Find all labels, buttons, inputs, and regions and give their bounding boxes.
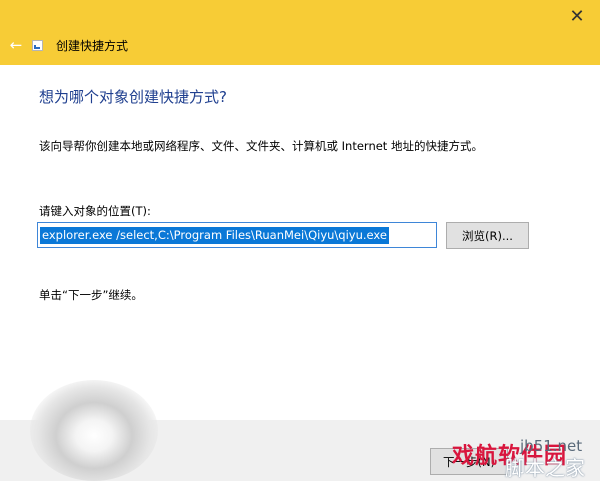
shortcut-icon — [32, 40, 43, 51]
location-label: 请键入对象的位置(T): — [39, 204, 151, 218]
title-bar: ✕ ← 创建快捷方式 — [0, 0, 600, 65]
close-icon: ✕ — [569, 5, 585, 27]
back-button[interactable]: ← — [7, 36, 25, 54]
swirl-watermark — [30, 380, 158, 481]
browse-button[interactable]: 浏览(R)... — [446, 222, 529, 249]
back-arrow-icon: ← — [9, 36, 23, 54]
window-title: 创建快捷方式 — [56, 39, 129, 53]
location-value: explorer.exe /select,C:\Program Files\Ru… — [40, 226, 389, 244]
watermark-white-text: 脚本之家 — [505, 456, 585, 480]
close-button[interactable]: ✕ — [554, 0, 600, 32]
location-input[interactable]: explorer.exe /select,C:\Program Files\Ru… — [37, 222, 437, 248]
wizard-description: 该向导帮你创建本地或网络程序、文件、文件夹、计算机或 Internet 地址的快… — [39, 139, 483, 153]
page-heading: 想为哪个对象创建快捷方式? — [39, 88, 227, 106]
continue-hint: 单击“下一步”继续。 — [39, 288, 143, 302]
